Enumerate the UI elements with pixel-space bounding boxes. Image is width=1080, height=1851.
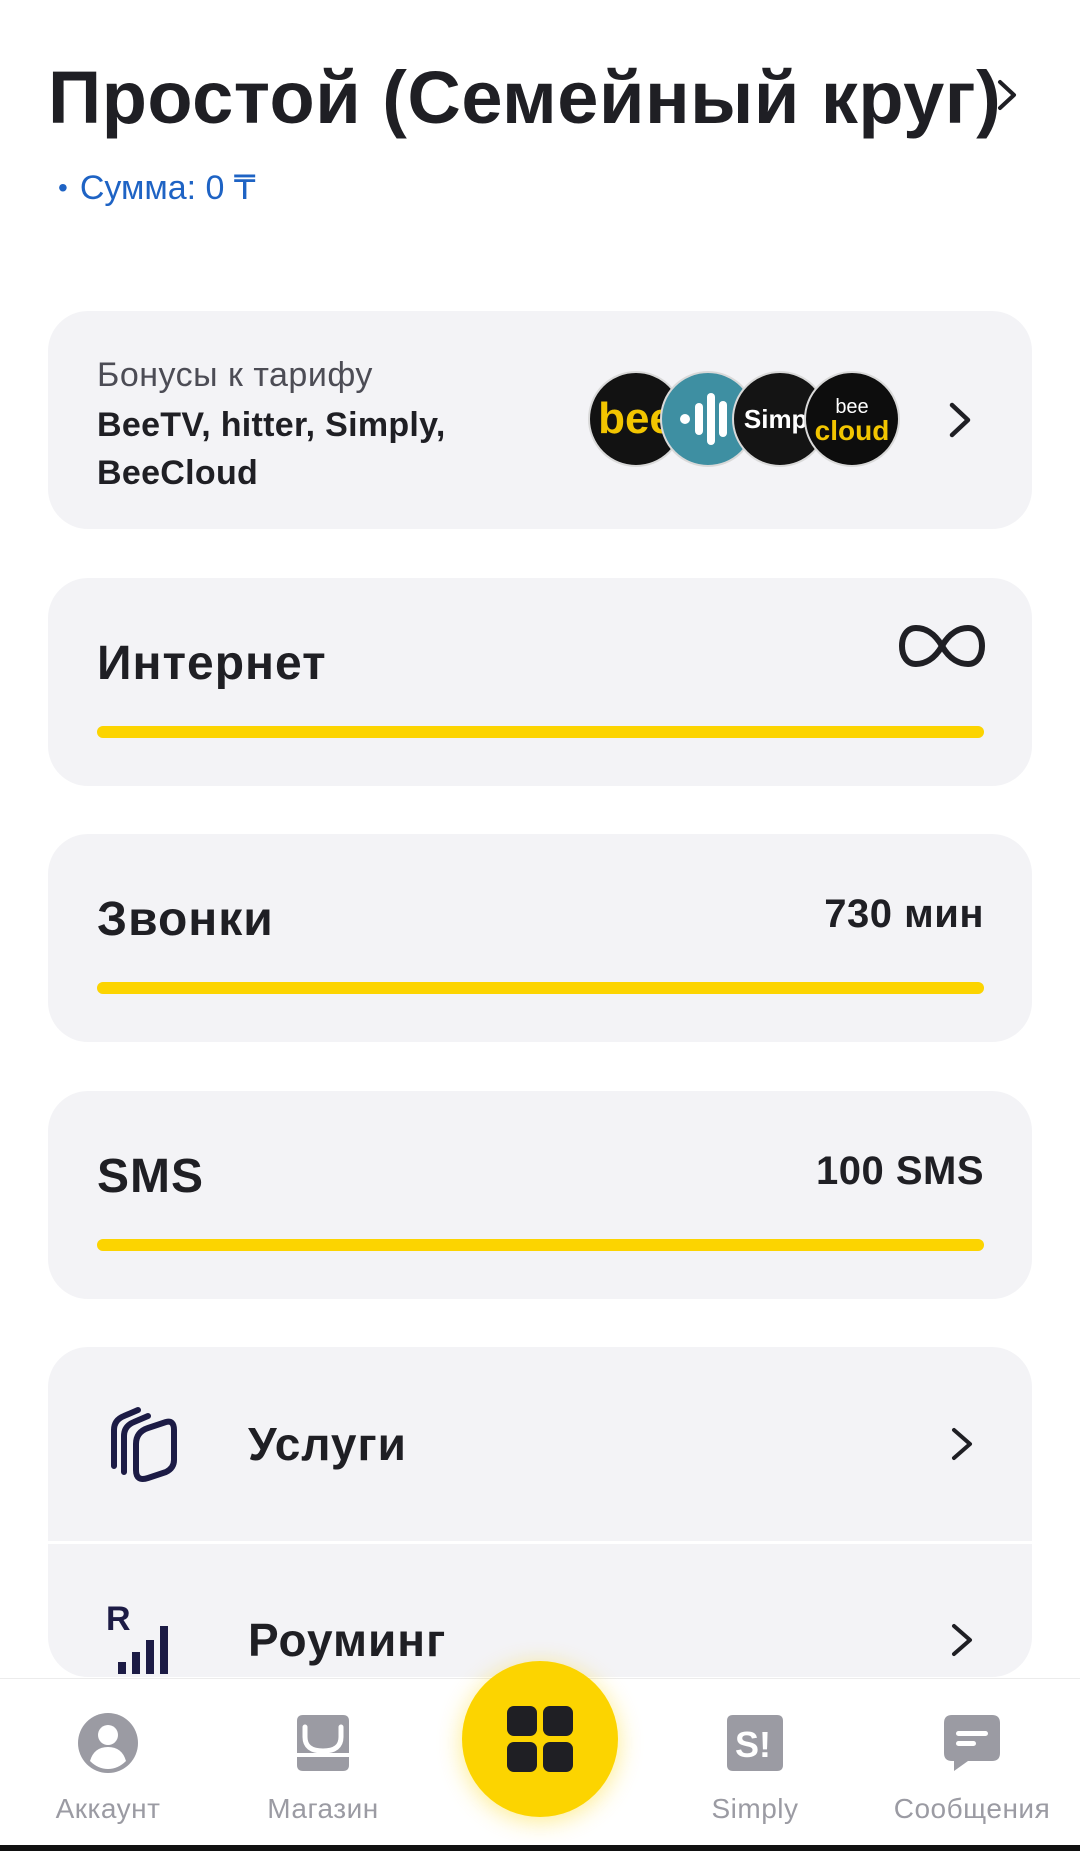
sum-text: Сумма: 0 ₸ <box>79 169 256 207</box>
internet-label: Интернет <box>97 637 327 690</box>
sms-progress-fill <box>97 1239 984 1251</box>
calls-card[interactable]: Звонки 730 мин <box>48 834 1032 1042</box>
bonus-logos: bee Simp! bee cloud <box>588 371 908 467</box>
beecloud-logo: bee cloud <box>804 371 900 467</box>
sms-label: SMS <box>97 1150 205 1203</box>
bonuses-card[interactable]: Бонусы к тарифу BeeTV, hitter, Simply, B… <box>48 311 1032 529</box>
chevron-right-icon[interactable] <box>988 70 1028 120</box>
chevron-right-icon[interactable] <box>944 395 976 445</box>
services-icon <box>111 1407 177 1482</box>
sms-value: 100 SMS <box>815 1149 984 1193</box>
services-label: Услуги <box>248 1418 407 1470</box>
calls-value: 730 мин <box>824 892 984 936</box>
tariff-sum: • Сумма: 0 ₸ <box>58 168 256 208</box>
menu-item-services[interactable]: Услуги <box>48 1347 1032 1541</box>
nav-account-label: Аккаунт <box>55 1793 161 1824</box>
sms-progress-track <box>97 1239 984 1251</box>
calls-progress-fill <box>97 982 984 994</box>
tariff-header[interactable]: Простой (Семейный круг) <box>48 52 1038 142</box>
shop-icon <box>297 1715 349 1771</box>
roaming-icon: R <box>106 1600 168 1674</box>
menu-item-roaming[interactable]: R Роуминг <box>48 1543 1032 1677</box>
bonuses-list: BeeTV, hitter, Simply, BeeCloud <box>97 406 446 492</box>
grid-icon <box>507 1706 573 1772</box>
simply-icon: S! <box>727 1715 783 1771</box>
svg-text:S!: S! <box>735 1724 771 1765</box>
account-icon <box>78 1713 138 1773</box>
nav-shop-label: Магазин <box>267 1793 379 1824</box>
calls-progress-track <box>97 982 984 994</box>
nav-simply[interactable]: S! Simply <box>655 1711 855 1825</box>
sum-bullet: • <box>58 172 68 203</box>
internet-progress-fill <box>97 726 984 738</box>
system-home-bar <box>0 1845 1080 1851</box>
chevron-right-icon <box>952 1428 972 1460</box>
nav-messages[interactable]: Сообщения <box>872 1711 1072 1825</box>
services-menu: Услуги R Роуминг <box>48 1347 1032 1677</box>
tariff-title: Простой (Семейный круг) <box>48 55 1002 139</box>
infinity-icon <box>898 624 986 668</box>
nav-shop[interactable]: Магазин <box>223 1711 423 1825</box>
roaming-label: Роуминг <box>248 1614 447 1666</box>
internet-progress-track <box>97 726 984 738</box>
bonuses-subtitle: Бонусы к тарифу <box>97 356 373 394</box>
internet-card[interactable]: Интернет <box>48 578 1032 786</box>
calls-label: Звонки <box>97 893 274 946</box>
nav-account[interactable]: Аккаунт <box>8 1711 208 1825</box>
svg-text:R: R <box>106 1600 131 1638</box>
nav-simply-label: Simply <box>711 1793 799 1824</box>
chevron-right-icon <box>952 1624 972 1656</box>
messages-icon <box>944 1715 1000 1771</box>
beecloud-logo-text: cloud <box>814 415 890 446</box>
sms-card[interactable]: SMS 100 SMS <box>48 1091 1032 1299</box>
nav-messages-label: Сообщения <box>893 1793 1051 1824</box>
home-grid-button[interactable] <box>462 1661 618 1817</box>
